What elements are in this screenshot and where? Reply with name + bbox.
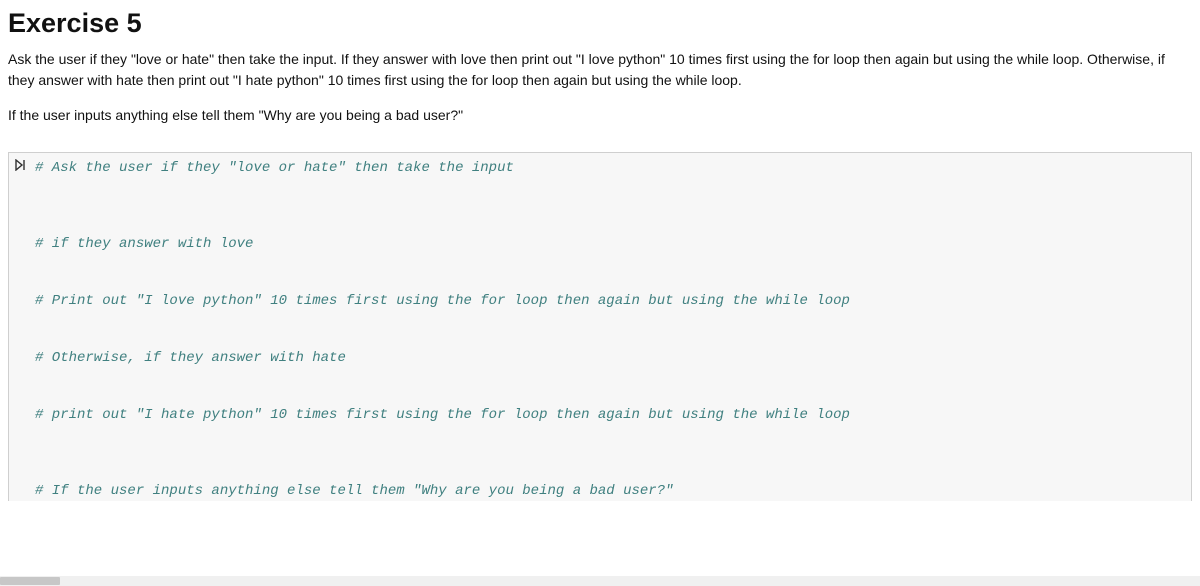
code-line[interactable]: # print out "I hate python" 10 times fir… <box>35 406 1185 425</box>
exercise-heading: Exercise 5 <box>8 8 1192 39</box>
code-line[interactable] <box>35 197 1185 216</box>
code-line[interactable]: # Print out "I love python" 10 times fir… <box>35 292 1185 311</box>
code-cell[interactable]: # Ask the user if they "love or hate" th… <box>8 152 1192 501</box>
markdown-cell: Exercise 5 Ask the user if they "love or… <box>8 8 1192 148</box>
code-line[interactable]: # if they answer with love <box>35 235 1185 254</box>
code-line[interactable] <box>35 311 1185 330</box>
code-line[interactable]: # Otherwise, if they answer with hate <box>35 349 1185 368</box>
code-line[interactable] <box>35 273 1185 292</box>
code-editor[interactable]: # Ask the user if they "love or hate" th… <box>33 153 1191 501</box>
run-cell-button[interactable] <box>9 153 33 501</box>
exercise-description-1: Ask the user if they "love or hate" then… <box>8 49 1192 91</box>
code-line[interactable]: # Ask the user if they "love or hate" th… <box>35 159 1185 178</box>
code-line[interactable] <box>35 425 1185 444</box>
code-line[interactable] <box>35 463 1185 482</box>
code-line[interactable] <box>35 254 1185 273</box>
code-line[interactable] <box>35 216 1185 235</box>
code-line[interactable] <box>35 368 1185 387</box>
code-line[interactable]: # If the user inputs anything else tell … <box>35 482 1185 501</box>
code-line[interactable] <box>35 444 1185 463</box>
scrollbar-thumb[interactable] <box>0 577 60 585</box>
horizontal-scrollbar[interactable] <box>0 576 1200 586</box>
code-line[interactable] <box>35 330 1185 349</box>
code-line[interactable] <box>35 178 1185 197</box>
exercise-description-2: If the user inputs anything else tell th… <box>8 105 1192 126</box>
code-line[interactable] <box>35 387 1185 406</box>
run-icon <box>15 160 27 174</box>
